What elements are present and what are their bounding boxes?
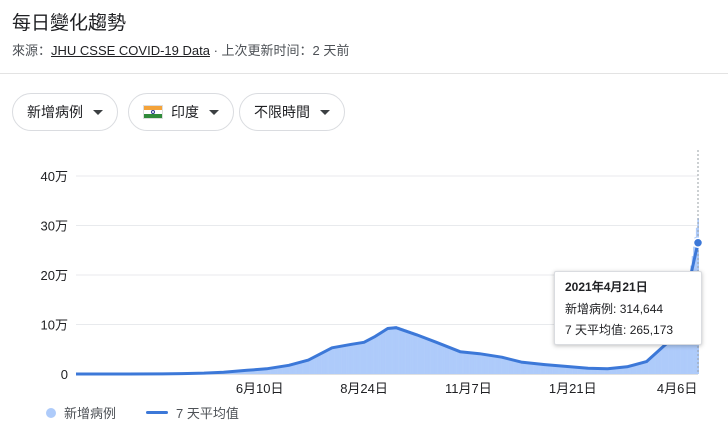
hover-point [692, 237, 704, 248]
y-tick-label: 20万 [41, 268, 68, 283]
chart-tooltip: 2021年4月21日 新增病例: 314,644 7 天平均值: 265,173 [554, 271, 702, 345]
tooltip-average: 7 天平均值: 265,173 [565, 323, 674, 337]
legend-bars-label: 新增病例 [64, 406, 117, 421]
legend-item-bars: 新增病例 [46, 403, 116, 422]
x-tick-label: 8月24日 [340, 381, 388, 396]
tooltip-new-cases: 新增病例: 314,644 [565, 302, 664, 316]
y-tick-label: 10万 [41, 318, 68, 333]
x-tick-label: 4月6日 [657, 381, 697, 396]
tooltip-date: 2021年4月21日 [565, 280, 648, 294]
legend-line-label: 7 天平均值 [176, 406, 239, 421]
legend-item-line: 7 天平均值 [146, 403, 239, 422]
legend-line-icon [146, 411, 168, 414]
legend-dot-icon [46, 407, 56, 418]
y-tick-label: 40万 [41, 169, 68, 184]
y-tick-label: 0 [61, 367, 68, 382]
x-tick-label: 1月21日 [549, 381, 597, 396]
cases-chart[interactable]: 0 10万 20万 30万 40万 6月10日 8月24日 11月7日 1月21日 4月6日 [0, 0, 728, 438]
y-tick-label: 30万 [41, 219, 68, 234]
x-tick-label: 11月7日 [445, 381, 492, 396]
x-tick-label: 6月10日 [236, 381, 284, 396]
